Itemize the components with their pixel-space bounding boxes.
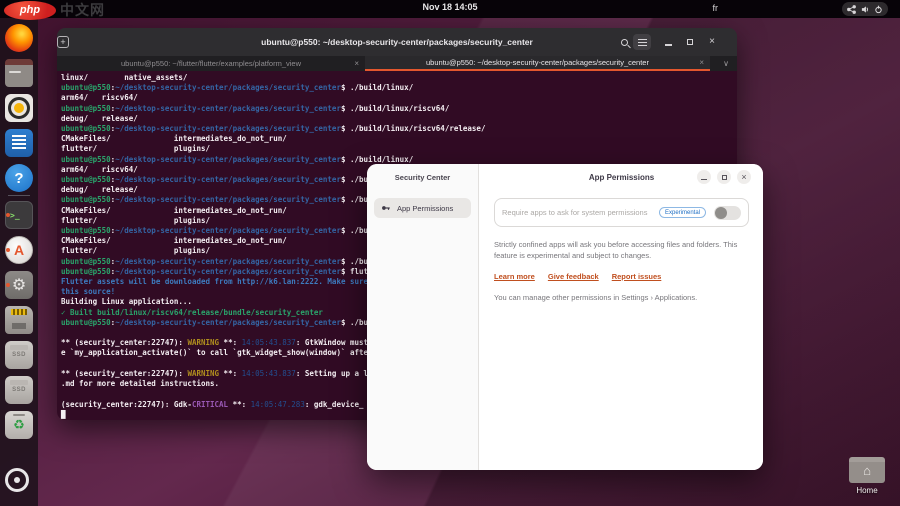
toggle-knob	[715, 207, 727, 219]
terminal-line: arm64/ riscv64/	[61, 93, 737, 103]
home-folder-shortcut[interactable]: ⌂ Home	[845, 457, 889, 495]
show-apps-icon	[5, 468, 29, 492]
volume-icon	[861, 5, 870, 14]
dock-item-terminal[interactable]: >_	[5, 201, 33, 229]
rhythmbox-icon	[5, 94, 33, 122]
system-tray[interactable]	[842, 2, 888, 16]
permissions-toggle-switch[interactable]	[714, 206, 741, 220]
desktop: Nov 18 14:05 fr php 中文网 ? >_ A ⚙ SSD SSD ♻	[0, 0, 900, 506]
ssd-drive-2-icon: SSD	[5, 376, 33, 404]
link-learn-more[interactable]: Learn more	[494, 272, 535, 281]
menu-icon[interactable]	[633, 34, 651, 50]
terminal-line: linux/ native_assets/	[61, 73, 737, 83]
security-center-sidebar: Security Center App Permissions	[367, 164, 479, 470]
link-report-issues[interactable]: Report issues	[612, 272, 662, 281]
terminal-maximize-button[interactable]	[683, 35, 697, 49]
network-icon	[847, 5, 856, 14]
terminal-line: CMakeFiles/ intermediates_do_not_run/	[61, 134, 737, 144]
permissions-links: Learn more Give feedback Report issues	[494, 272, 749, 281]
terminal-minimize-button[interactable]	[661, 35, 675, 49]
permissions-toggle-card: Require apps to ask for system permissio…	[494, 198, 749, 227]
files-icon	[5, 59, 33, 87]
sd-card-icon	[5, 306, 33, 334]
power-icon	[874, 5, 883, 14]
watermark-text: 中文网	[60, 0, 105, 20]
terminal-close-button[interactable]: ×	[705, 35, 719, 49]
dock-item-settings[interactable]: ⚙	[5, 271, 33, 299]
search-icon[interactable]	[617, 35, 631, 49]
dock-item-help[interactable]: ?	[5, 164, 33, 192]
help-icon: ?	[5, 164, 33, 192]
window-minimize-button[interactable]	[697, 170, 711, 184]
tab-close-icon[interactable]: ×	[354, 59, 359, 68]
key-icon	[381, 203, 391, 213]
page-title: App Permissions	[589, 173, 654, 182]
feature-description: Strictly confined apps will ask you befo…	[494, 240, 749, 261]
tab-close-icon[interactable]: ×	[699, 58, 704, 67]
dock-item-ssd-drive-1[interactable]: SSD	[5, 341, 33, 369]
link-give-feedback[interactable]: Give feedback	[548, 272, 599, 281]
running-indicator-dot	[6, 213, 10, 217]
php-cn-watermark: php 中文网	[4, 0, 105, 20]
dock-item-trash[interactable]: ♻	[5, 411, 33, 439]
house-icon: ⌂	[863, 463, 871, 478]
tab-list-chevron-down-icon[interactable]: ∨	[723, 59, 729, 68]
app-title: Security Center	[367, 173, 478, 182]
clock[interactable]: Nov 18 14:05	[422, 2, 477, 12]
window-close-button[interactable]: ×	[737, 170, 751, 184]
dock-item-libreoffice-writer[interactable]	[5, 129, 33, 157]
terminal-titlebar[interactable]: + ubuntu@p550: ~/desktop-security-center…	[57, 28, 737, 56]
dock: ? >_ A ⚙ SSD SSD ♻	[0, 18, 38, 506]
terminal-line: flutter/ plugins/	[61, 144, 737, 154]
top-bar: Nov 18 14:05 fr	[0, 0, 900, 18]
home-folder-label: Home	[845, 486, 889, 495]
libreoffice-writer-icon	[5, 129, 33, 157]
dock-item-firefox[interactable]	[5, 24, 33, 52]
sidebar-item-label: App Permissions	[397, 204, 453, 213]
running-indicator-dot	[6, 248, 10, 252]
toggle-label: Require apps to ask for system permissio…	[502, 208, 659, 217]
terminal-line: debug/ release/	[61, 114, 737, 124]
terminal-tab-security-center[interactable]: ubuntu@p550: ~/desktop-security-center/p…	[365, 56, 710, 71]
folder-icon: ⌂	[849, 457, 885, 483]
dock-item-app-center[interactable]: A	[5, 236, 33, 264]
terminal-window-title: ubuntu@p550: ~/desktop-security-center/p…	[261, 37, 533, 47]
experimental-badge: Experimental	[659, 207, 706, 218]
terminal-line: ubuntu@p550:~/desktop-security-center/pa…	[61, 104, 737, 114]
dock-item-files[interactable]	[5, 59, 33, 87]
footnote: You can manage other permissions in Sett…	[494, 293, 749, 302]
firefox-icon	[5, 24, 33, 52]
ssd-drive-1-icon: SSD	[5, 341, 33, 369]
dock-item-ssd-drive-2[interactable]: SSD	[5, 376, 33, 404]
terminal-tab-bar: ubuntu@p550: ~/flutter/flutter/examples/…	[57, 56, 737, 71]
keyboard-layout-indicator[interactable]: fr	[713, 3, 719, 13]
dock-item-rhythmbox[interactable]	[5, 94, 33, 122]
dock-item-show-apps[interactable]	[5, 468, 33, 496]
running-indicator-dot	[6, 283, 10, 287]
trash-icon: ♻	[5, 411, 33, 439]
new-tab-button[interactable]: +	[57, 36, 69, 48]
dock-item-sd-card[interactable]	[5, 306, 33, 334]
sidebar-item-app-permissions[interactable]: App Permissions	[374, 198, 471, 218]
security-center-headerbar[interactable]: App Permissions ×	[480, 164, 763, 194]
terminal-line: ubuntu@p550:~/desktop-security-center/pa…	[61, 83, 737, 93]
window-maximize-button[interactable]	[717, 170, 731, 184]
php-logo: php	[4, 1, 56, 20]
terminal-line: ubuntu@p550:~/desktop-security-center/pa…	[61, 124, 737, 134]
terminal-tab-platform-view[interactable]: ubuntu@p550: ~/flutter/flutter/examples/…	[57, 56, 365, 71]
security-center-window: Security Center App Permissions App Perm…	[367, 164, 763, 470]
dock-divider	[8, 195, 30, 196]
security-center-main: App Permissions × Require apps to ask fo…	[480, 164, 763, 470]
